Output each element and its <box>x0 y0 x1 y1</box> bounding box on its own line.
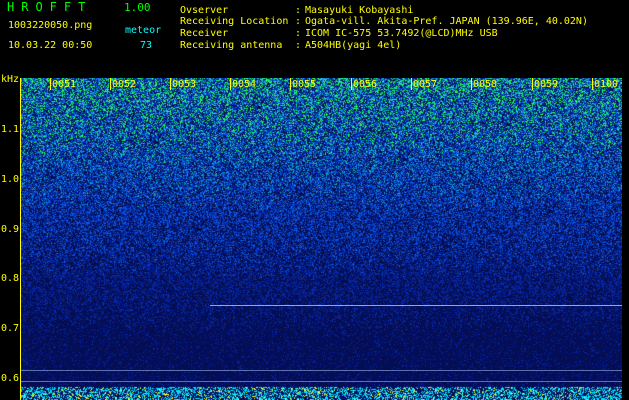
reference-line-lower <box>21 381 622 382</box>
observer-sep: : <box>295 5 302 16</box>
antenna-key: Receiving antenna <box>180 40 283 51</box>
carrier-line <box>210 305 622 306</box>
x-tick-label: 0057 <box>413 79 438 90</box>
datetime: 10.03.22 00:50 <box>8 40 93 51</box>
x-tick-label: 0058 <box>473 79 498 90</box>
antenna-value: A504HB(yagi 4el) <box>305 40 402 51</box>
y-tick-label: 0.6 <box>1 373 20 384</box>
y-tick-label: 0.9 <box>1 224 20 235</box>
x-tick-mark <box>471 78 472 90</box>
y-tick-label: 1.0 <box>1 174 20 185</box>
receiver-key: Receiver <box>180 28 229 39</box>
x-tick-mark <box>351 78 352 90</box>
spectrogram-canvas <box>21 78 622 400</box>
location-key: Receiving Location <box>180 16 289 27</box>
receiver-sep: : <box>295 28 302 39</box>
x-tick-mark <box>50 78 51 90</box>
observer-value: Masayuki Kobayashi <box>305 5 414 16</box>
y-axis-unit: kHz <box>1 74 20 85</box>
x-tick-label: 0100 <box>594 79 619 90</box>
meteor-count: 73 <box>140 40 153 51</box>
x-tick-label: 0059 <box>534 79 559 90</box>
x-tick-label: 0053 <box>172 79 197 90</box>
file-name: 1003220050.png <box>8 20 93 31</box>
app-title: HROFFT <box>7 0 93 14</box>
y-tick-label: 0.7 <box>1 323 20 334</box>
x-tick-label: 0055 <box>292 79 317 90</box>
x-tick-mark <box>411 78 412 90</box>
x-tick-label: 0056 <box>353 79 378 90</box>
receiver-value: ICOM IC-575 53.7492(@LCD)MHz USB <box>305 28 498 39</box>
x-tick-mark <box>592 78 593 90</box>
x-tick-label: 0051 <box>52 79 77 90</box>
y-axis-line <box>20 78 21 400</box>
x-tick-mark <box>170 78 171 90</box>
x-tick-mark <box>532 78 533 90</box>
x-tick-label: 0052 <box>112 79 137 90</box>
location-sep: : <box>295 16 302 27</box>
spectrogram <box>21 78 622 400</box>
x-tick-mark <box>290 78 291 90</box>
x-tick-label: 0054 <box>232 79 257 90</box>
meteor-label: meteor <box>125 25 162 36</box>
app-version: 1.00 <box>124 1 151 14</box>
reference-line-upper <box>21 370 622 371</box>
y-tick-label: 1.1 <box>1 124 20 135</box>
antenna-sep: : <box>295 40 302 51</box>
location-value: Ogata-vill. Akita-Pref. JAPAN (139.96E, … <box>305 16 588 27</box>
x-tick-mark <box>230 78 231 90</box>
x-tick-mark <box>110 78 111 90</box>
y-tick-label: 0.8 <box>1 273 20 284</box>
observer-key: Ovserver <box>180 5 229 16</box>
